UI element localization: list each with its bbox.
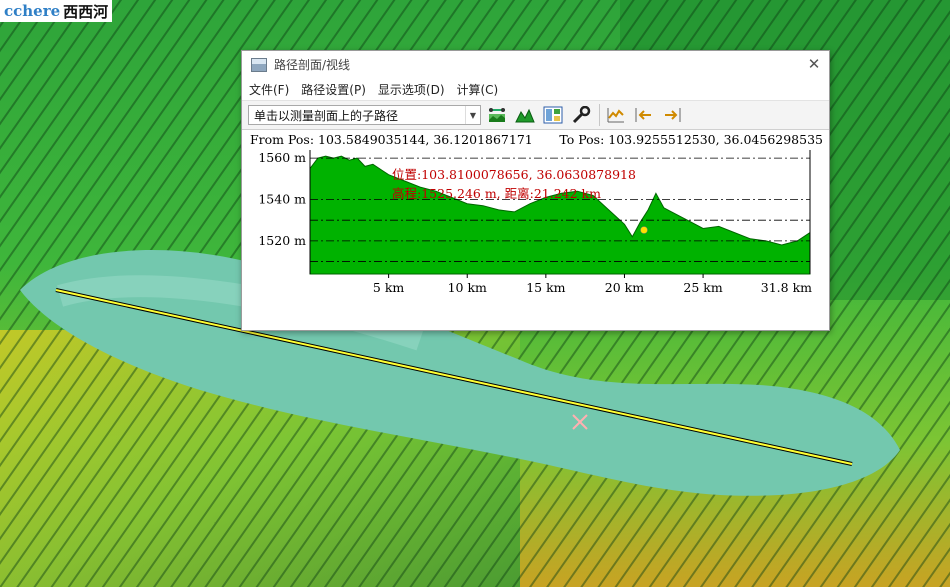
y-tick-label: 1560 m [258,150,306,165]
menu-path-settings[interactable]: 路径设置(P) [297,81,370,98]
toolbar-separator [599,104,600,126]
toolbar: 单击以测量剖面上的子路径 ▼ [242,100,829,130]
terrain-icon[interactable] [513,103,537,127]
close-button[interactable]: ✕ [805,55,823,73]
menu-calculate[interactable]: 计算(C) [453,81,503,98]
profile-settings-icon[interactable] [485,103,509,127]
x-tick-label: 20 km [605,280,644,295]
profile-panel[interactable]: From Pos: 103.5849035144, 36.1201867171 … [242,130,829,330]
layout-icon[interactable] [541,103,565,127]
tooltip-position: 位置:103.8100078656, 36.0630878918 [392,167,636,182]
subpath-mode-select[interactable]: 单击以测量剖面上的子路径 ▼ [248,105,481,125]
wrench-icon[interactable] [569,103,593,127]
x-tick-label: 15 km [526,280,565,295]
right-arrow-icon[interactable] [660,103,684,127]
chevron-down-icon[interactable]: ▼ [465,106,480,124]
x-tick-label-end: 31.8 km [761,280,812,295]
left-arrow-icon[interactable] [632,103,656,127]
logo-brand: cchere [4,2,61,20]
menu-display-options[interactable]: 显示选项(D) [374,81,449,98]
menu-bar: 文件(F) 路径设置(P) 显示选项(D) 计算(C) [242,78,829,100]
y-tick-label: 1540 m [258,192,306,207]
window-title: 路径剖面/视线 [274,58,351,72]
y-tick-label: 1520 m [258,233,306,248]
menu-file[interactable]: 文件(F) [245,81,293,98]
x-tick-label: 5 km [373,280,405,295]
window-titlebar[interactable]: 路径剖面/视线 ✕ [242,51,829,78]
logo-name: 西西河 [63,2,109,21]
window-app-icon [251,57,267,72]
site-logo: cchere 西西河 [0,0,113,22]
profile-marker-dot [640,226,648,234]
tooltip-elevation: 高程:1525.246 m, 距离:21.242 km [392,186,601,201]
subpath-mode-value: 单击以测量剖面上的子路径 [254,108,399,123]
profile-window: 路径剖面/视线 ✕ 文件(F) 路径设置(P) 显示选项(D) 计算(C) 单击… [241,50,830,331]
x-tick-label: 25 km [683,280,722,295]
x-tick-label: 10 km [448,280,487,295]
elevation-profile-chart[interactable]: 1520 m 1540 m 1560 m 5 km 10 km 15 km 20 km 25 … [242,130,829,330]
profile-line-icon[interactable] [604,103,628,127]
